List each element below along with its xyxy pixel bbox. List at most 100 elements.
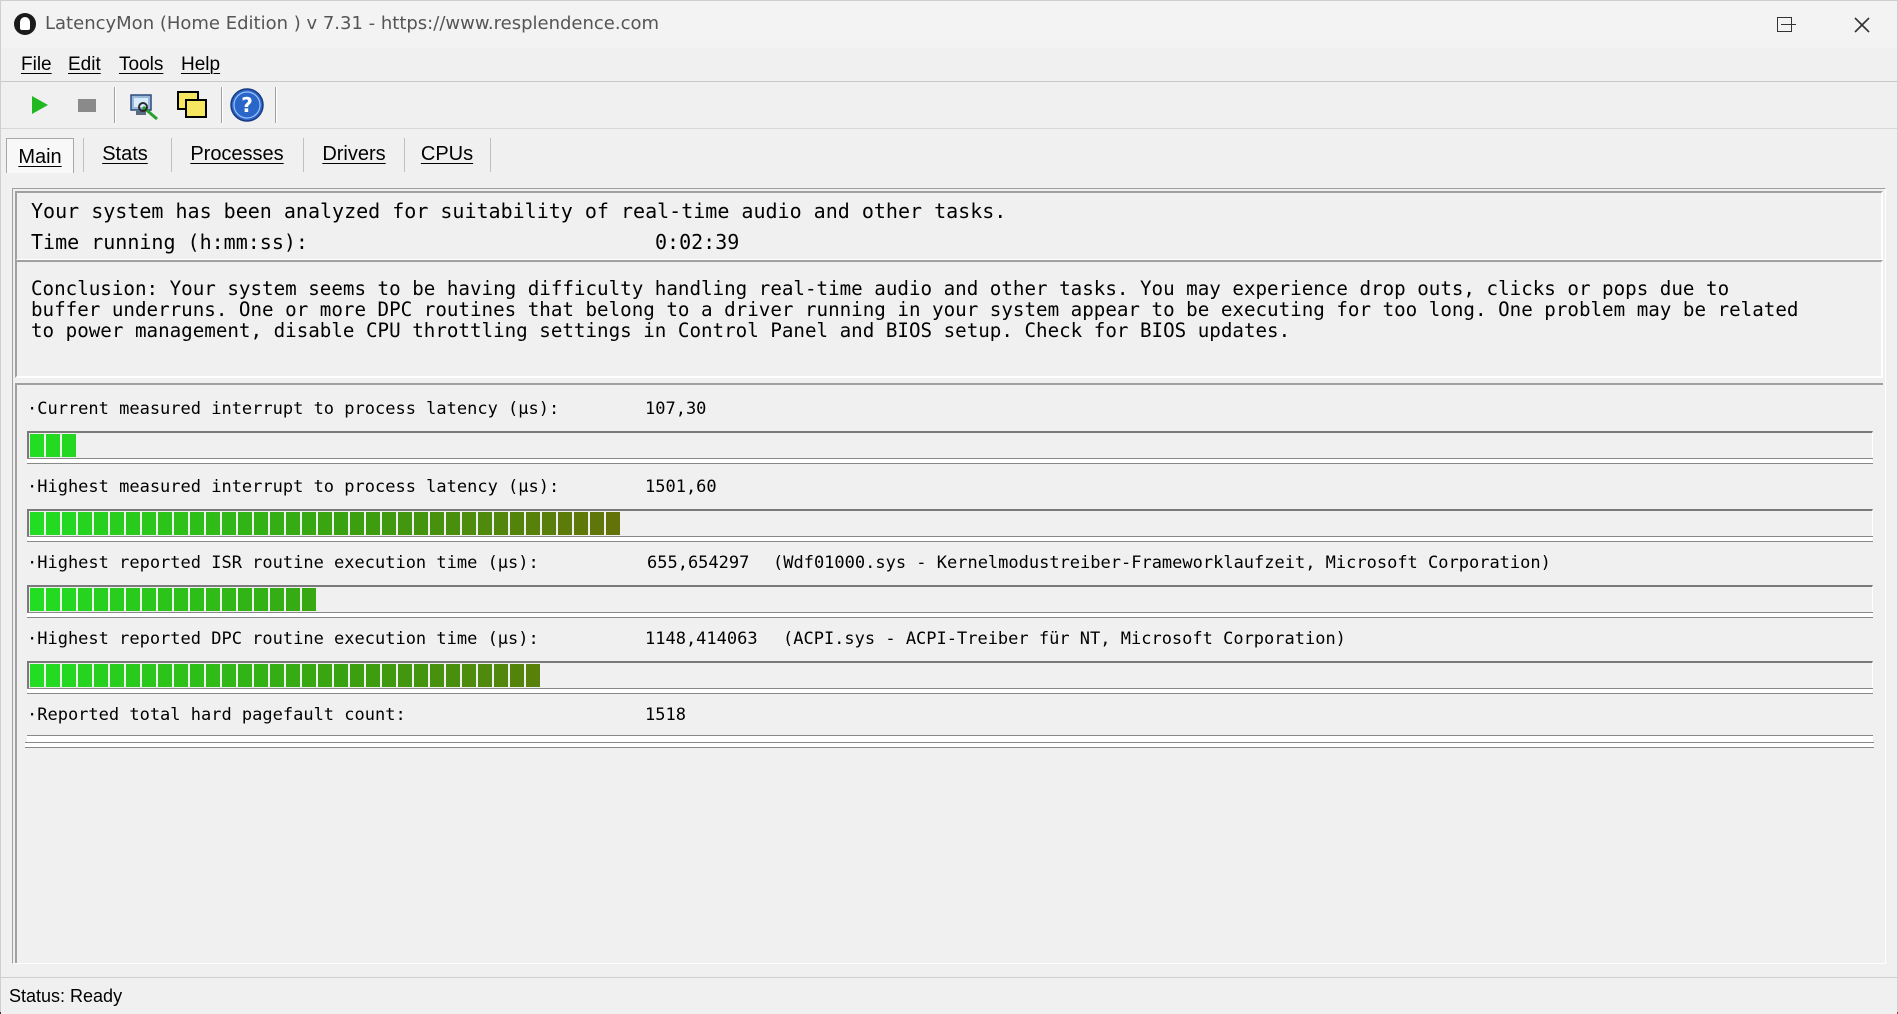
metric-label: ·Highest measured interrupt to process l… [27,477,560,497]
bar-segment [94,512,110,535]
bar-segment [398,664,414,687]
metric-detail: (ACPI.sys - ACPI-Treiber für NT, Microso… [783,629,1346,649]
bar-segment [110,664,126,687]
pagefault-divider [25,735,1874,748]
bar-segment [62,512,78,535]
bar-segment [318,512,334,535]
bar-segment [190,512,206,535]
metric-value: 1501,60 [645,477,717,497]
tab-bar: Main Stats Processes Drivers CPUs [1,136,1897,176]
menu-help[interactable]: Help [181,54,220,76]
bar-segment [286,512,302,535]
bar-segment [46,664,62,687]
bar-segment [334,664,350,687]
bar-segment [462,664,478,687]
bar-segment [46,588,62,611]
toolbar-separator [114,87,116,123]
bar-segment [190,588,206,611]
bar-segment [334,512,350,535]
windows-cascade-icon [177,91,207,118]
bar-segment [174,512,190,535]
bar-segment [126,588,142,611]
tab-processes[interactable]: Processes [179,136,295,172]
bar-segment [142,664,158,687]
bar-segment [238,512,254,535]
bar-segment [30,512,46,535]
tab-drivers[interactable]: Drivers [311,136,397,172]
bar-segment [126,512,142,535]
bar-segment [302,588,318,611]
bar-segment [222,588,238,611]
bar-segment [430,512,446,535]
summary-panel: Your system has been analyzed for suitab… [15,191,1883,261]
close-button[interactable] [1827,1,1897,48]
bar-segment [606,512,622,535]
bar-segment [526,664,542,687]
stop-button[interactable] [69,87,105,123]
bar-segment [110,512,126,535]
bar-segment [286,588,302,611]
menu-tools[interactable]: Tools [119,54,163,76]
bar-segment [446,664,462,687]
tab-stats[interactable]: Stats [89,136,161,172]
menu-edit[interactable]: Edit [68,54,101,76]
bar-segment [478,664,494,687]
help-icon: ? [230,88,264,122]
bar-segment [30,664,46,687]
bar-segment [206,512,222,535]
bar-segment [30,588,46,611]
bar-segment [494,664,510,687]
svg-text:?: ? [241,93,253,117]
bar-segment [302,664,318,687]
toolbar: ? [1,82,1897,129]
conclusion-panel: Conclusion: Your system seems to be havi… [15,260,1883,378]
bar-segment [142,512,158,535]
cascade-button[interactable] [174,87,210,123]
metric-label: ·Reported total hard pagefault count: [27,705,406,725]
metric-label: ·Highest reported DPC routine execution … [27,629,539,649]
bar-segment [206,588,222,611]
tab-main[interactable]: Main [6,138,74,173]
conclusion-line-2: buffer underruns. One or more DPC routin… [31,298,1799,321]
bar-segment [206,664,222,687]
bar-segment [270,512,286,535]
bar-segment [46,512,62,535]
system-info-icon [130,94,158,121]
status-bar: Status: Ready [1,977,1897,1014]
bar-segment [254,512,270,535]
latency-bar [27,585,1873,618]
time-running-value: 0:02:39 [655,230,740,254]
bar-segment [398,512,414,535]
bar-segment [254,664,270,687]
toolbar-separator [275,87,277,123]
system-info-button[interactable] [125,87,161,123]
tab-separator [490,138,491,172]
bar-segment [238,588,254,611]
bar-segment [270,664,286,687]
metric-label: ·Highest reported ISR routine execution … [27,553,539,573]
conclusion-line-3: to power management, disable CPU throttl… [31,319,1291,342]
bar-segment [494,512,510,535]
menu-file[interactable]: File [21,54,52,76]
title-bar[interactable]: LatencyMon (Home Edition ) v 7.31 - http… [1,1,1897,48]
bar-segment [190,664,206,687]
bar-segment [238,664,254,687]
bar-segment [110,588,126,611]
tab-separator [171,138,172,172]
menu-bar: File Edit Tools Help [1,48,1897,82]
tab-separator [303,138,304,172]
bar-segment [574,512,590,535]
status-text: Status: Ready [9,986,123,1006]
bar-segment [94,664,110,687]
tab-cpus[interactable]: CPUs [411,136,483,172]
bar-segment [94,588,110,611]
tab-separator [83,138,84,172]
bar-segment [302,512,318,535]
help-button[interactable]: ? [229,87,265,123]
metric-value: 107,30 [645,399,707,419]
bar-segment [30,434,46,457]
bar-segment [382,512,398,535]
maximize-button[interactable] [1757,1,1827,48]
start-button[interactable] [21,87,57,123]
start-monitor-icon [32,96,48,114]
